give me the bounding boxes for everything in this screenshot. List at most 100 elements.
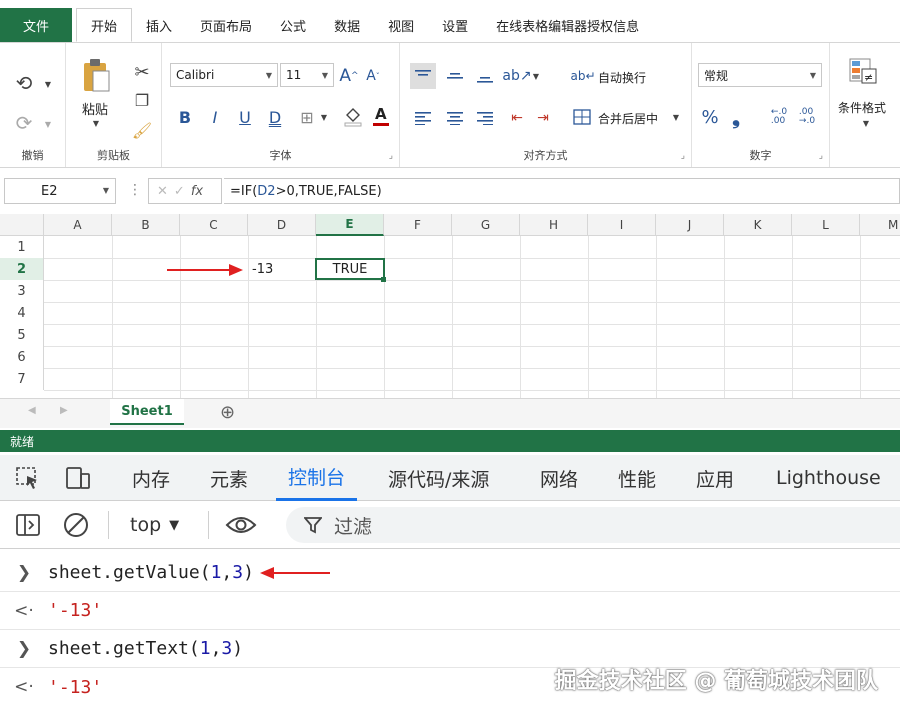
increase-font-icon[interactable]: A ^	[338, 65, 360, 87]
conditional-format-icon[interactable]: ≠	[846, 55, 880, 89]
decrease-decimal-icon[interactable]: .00 →.0	[796, 105, 818, 129]
underline-icon[interactable]: U	[234, 105, 256, 129]
align-center-icon[interactable]	[442, 105, 468, 131]
formula-input[interactable]: =IF(D2 >0,TRUE,FALSE)	[224, 178, 900, 204]
row-header-2[interactable]: 2	[0, 258, 44, 280]
number-dialog-launcher-icon[interactable]: ⌟	[819, 151, 823, 161]
row-header-4[interactable]: 4	[0, 302, 44, 324]
fill-handle[interactable]	[381, 277, 386, 282]
paste-dropdown-icon[interactable]: ▼	[90, 117, 102, 129]
cell-d2[interactable]: -13	[250, 258, 314, 280]
live-expression-eye-icon[interactable]	[224, 512, 258, 538]
align-middle-icon[interactable]	[442, 63, 468, 89]
italic-icon[interactable]: I	[204, 105, 226, 129]
devtools-tab-lighthouse[interactable]: Lighthouse	[776, 455, 881, 501]
fill-color-icon[interactable]	[342, 103, 364, 129]
row-header-1[interactable]: 1	[0, 236, 44, 258]
row-header-5[interactable]: 5	[0, 324, 44, 346]
increase-decimal-icon[interactable]: ←.0.00	[768, 105, 790, 129]
tab-insert[interactable]: 插入	[132, 8, 186, 42]
col-header-k[interactable]: K	[724, 214, 792, 236]
cell-e2-selected[interactable]: TRUE	[315, 258, 385, 280]
devtools-tab-network[interactable]: 网络	[540, 455, 578, 501]
add-sheet-icon[interactable]: ⊕	[220, 402, 235, 423]
merge-center-icon[interactable]	[570, 105, 594, 129]
orientation-dropdown-icon[interactable]: ▼	[530, 69, 542, 83]
conditional-format-dropdown-icon[interactable]: ▼	[860, 117, 872, 129]
font-dialog-launcher-icon[interactable]: ⌟	[389, 151, 393, 161]
decrease-indent-icon[interactable]: ⇤	[504, 105, 530, 131]
align-right-icon[interactable]	[472, 105, 498, 131]
console-filter-input[interactable]: 过滤	[286, 507, 900, 543]
tab-home[interactable]: 开始	[76, 8, 133, 42]
percent-icon[interactable]: %	[698, 105, 722, 129]
col-header-m[interactable]: M	[860, 214, 900, 236]
tab-data[interactable]: 数据	[320, 8, 374, 42]
paste-icon[interactable]	[78, 55, 114, 95]
tab-page-layout[interactable]: 页面布局	[186, 8, 266, 42]
align-bottom-icon[interactable]	[472, 63, 498, 89]
select-all-corner[interactable]	[0, 214, 44, 236]
console-result-value[interactable]: '-13'	[48, 600, 102, 621]
device-toolbar-icon[interactable]	[62, 465, 92, 491]
font-size-select[interactable]: 11 ▼	[280, 63, 334, 87]
align-top-icon[interactable]	[410, 63, 436, 89]
devtools-tab-sources[interactable]: 源代码/来源	[388, 455, 489, 501]
name-box[interactable]: E2 ▼	[4, 178, 116, 204]
format-painter-icon[interactable]: 🖌	[130, 119, 154, 141]
console-input-code[interactable]: sheet.getValue(1,3)	[48, 562, 254, 583]
wrap-text-label[interactable]: 自动换行	[598, 69, 646, 86]
devtools-tab-performance[interactable]: 性能	[618, 455, 656, 501]
insert-function-icon[interactable]: fx	[191, 184, 203, 199]
devtools-tab-console[interactable]: 控制台	[276, 455, 358, 501]
paste-label[interactable]: 粘贴	[82, 99, 108, 118]
decrease-font-icon[interactable]: Aˇ	[362, 65, 384, 87]
menu-file[interactable]: 文件	[0, 8, 72, 42]
context-selector[interactable]: top ▼	[130, 511, 179, 539]
redo-dropdown-icon[interactable]: ▼	[42, 117, 54, 131]
clear-console-icon[interactable]	[62, 512, 90, 538]
tab-view[interactable]: 视图	[374, 8, 428, 42]
bold-icon[interactable]: B	[174, 105, 196, 129]
align-left-icon[interactable]	[410, 105, 436, 131]
sidebar-toggle-icon[interactable]	[14, 512, 42, 538]
text-orientation-icon[interactable]: ab↗	[502, 63, 531, 89]
cut-icon[interactable]: ✂	[130, 61, 154, 83]
comma-icon[interactable]: ❟	[726, 105, 746, 129]
row-header-3[interactable]: 3	[0, 280, 44, 302]
confirm-icon[interactable]: ✓	[174, 184, 185, 199]
redo-icon[interactable]: ⟳	[10, 111, 38, 135]
row-header-6[interactable]: 6	[0, 346, 44, 368]
merge-center-label[interactable]: 合并后居中	[598, 110, 658, 127]
console-result-value[interactable]: '-13'	[48, 677, 102, 698]
col-header-i[interactable]: I	[588, 214, 656, 236]
border-dropdown-icon[interactable]: ▼	[318, 109, 330, 125]
tab-license-info[interactable]: 在线表格编辑器授权信息	[482, 8, 653, 42]
tab-formulas[interactable]: 公式	[266, 8, 320, 42]
col-header-h[interactable]: H	[520, 214, 588, 236]
border-icon[interactable]: ⊞	[296, 105, 318, 129]
font-name-select[interactable]: Calibri ▼	[170, 63, 278, 87]
col-header-f[interactable]: F	[384, 214, 452, 236]
number-format-select[interactable]: 常规 ▼	[698, 63, 822, 87]
row-header-7[interactable]: 7	[0, 368, 44, 390]
sheet-tab-sheet1[interactable]: Sheet1	[110, 399, 184, 425]
conditional-format-label[interactable]: 条件格式	[838, 99, 886, 116]
col-header-b[interactable]: B	[112, 214, 180, 236]
wrap-text-icon[interactable]: ab↵	[570, 65, 595, 87]
devtools-tab-elements[interactable]: 元素	[210, 455, 248, 501]
tab-settings[interactable]: 设置	[428, 8, 482, 42]
col-header-g[interactable]: G	[452, 214, 520, 236]
col-header-l[interactable]: L	[792, 214, 860, 236]
col-header-d[interactable]: D	[248, 214, 316, 236]
devtools-tab-memory[interactable]: 内存	[132, 455, 170, 501]
font-color-icon[interactable]: A	[370, 103, 392, 129]
col-header-e[interactable]: E	[316, 214, 384, 236]
col-header-j[interactable]: J	[656, 214, 724, 236]
merge-dropdown-icon[interactable]: ▼	[670, 109, 682, 125]
scroll-left-icon[interactable]: ◀	[28, 405, 36, 416]
alignment-dialog-launcher-icon[interactable]: ⌟	[681, 151, 685, 161]
copy-icon[interactable]: ❐	[130, 89, 154, 111]
sheet-grid[interactable]: A B C D E F G H I J K L M 1 2 3 4 5 6 7	[0, 214, 900, 400]
cancel-icon[interactable]: ✕	[157, 184, 168, 199]
